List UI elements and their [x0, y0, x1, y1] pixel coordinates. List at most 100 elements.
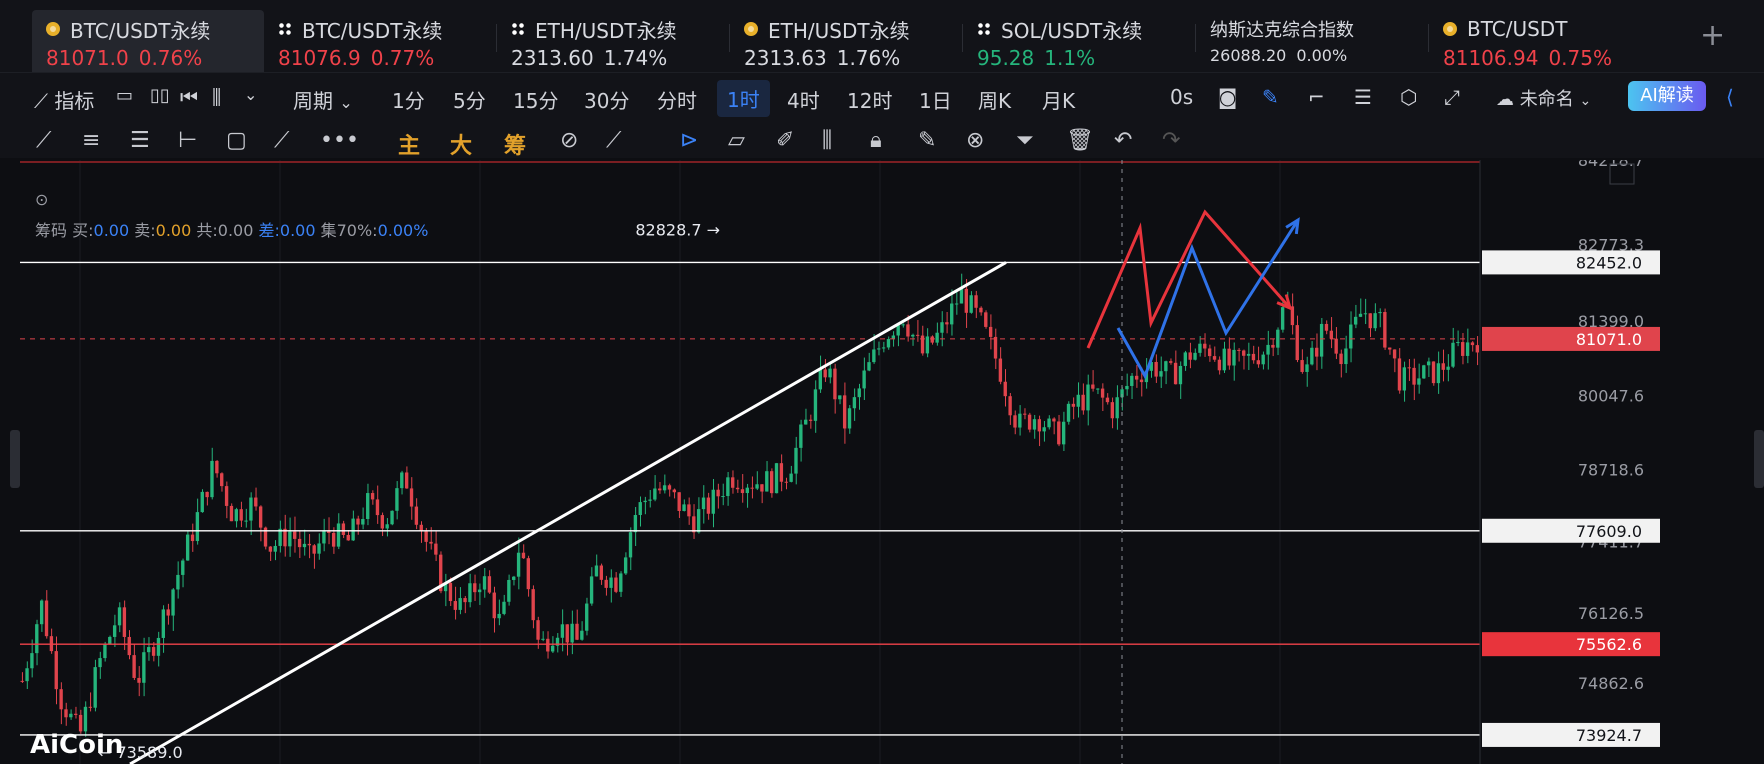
tab-eth-usdt-perp-2[interactable]: ETH/USDT永续 2313.63 1.76%	[730, 10, 962, 72]
camera-icon[interactable]: ◙	[1218, 85, 1237, 109]
candle-body	[1242, 350, 1246, 356]
tab-sol-usdt-perp[interactable]: SOL/USDT永续 95.28 1.1%	[963, 10, 1195, 72]
candle-body	[25, 668, 29, 682]
candle-body	[44, 600, 49, 637]
candle-body	[886, 339, 891, 348]
candle-body	[1407, 367, 1411, 369]
hline-icon[interactable]: ⊢	[178, 128, 197, 153]
list-icon[interactable]: ☰	[1354, 85, 1372, 109]
candle-body	[721, 496, 725, 498]
candle-body	[735, 487, 740, 490]
candle-body	[716, 489, 720, 497]
rectangle-icon[interactable]: ▢	[226, 128, 247, 153]
layout-name-dropdown[interactable]: ☁ 未命名 ⌄	[1496, 85, 1591, 111]
interval-12h[interactable]: 12时	[847, 85, 892, 114]
ray-icon[interactable]: ⟋	[274, 128, 289, 153]
tab-btc-usdt-perp-active[interactable]: BTC/USDT永续 81071.0 0.76%	[32, 10, 264, 72]
lock-icon[interactable]: 🔒︎	[870, 128, 882, 153]
chart-toolbar: ⟋ 指标 ▭ ▯▯ ⏮ ⫼ ⌄ 周期 ⌄ 1分 5分 15分 30分 分时 1时…	[0, 72, 1764, 127]
countdown: 0s	[1170, 85, 1194, 109]
candle-body	[643, 500, 647, 503]
candle-body	[190, 534, 195, 542]
candle-body	[550, 645, 555, 652]
ruler-icon[interactable]: ▱	[728, 128, 745, 153]
candle-body	[1081, 394, 1085, 411]
price-chart[interactable]: 82773.381399.080047.678718.677411.776126…	[20, 160, 1662, 764]
tab-btc-usdt-spot[interactable]: BTC/USDT 81106.94 0.75%	[1429, 10, 1661, 72]
candle-body	[1212, 356, 1217, 360]
aicoin-logo: AiCoin	[30, 730, 123, 760]
candle-body	[200, 491, 204, 513]
parallel-lines-icon[interactable]: ≡	[82, 128, 100, 153]
calendar-icon[interactable]: ▭	[116, 85, 133, 106]
settings-icon[interactable]: ⬡	[1400, 85, 1417, 109]
right-drag-handle[interactable]	[1754, 430, 1764, 488]
candle-body	[468, 583, 472, 603]
redo-icon[interactable]: ↷	[1162, 128, 1180, 153]
collapse-icon[interactable]: ⊙	[35, 190, 428, 209]
interval-1m[interactable]: 1分	[392, 85, 425, 114]
indicator-button[interactable]: ⟋ 指标	[34, 85, 94, 114]
candle-body	[234, 509, 238, 522]
filter-icon[interactable]: ⏷	[1016, 128, 1034, 153]
big-order-button[interactable]: 大	[450, 128, 472, 160]
undo-icon[interactable]: ↶	[1114, 128, 1132, 153]
candle-body	[1013, 415, 1017, 428]
tab-nasdaq[interactable]: 纳斯达克综合指数 26088.20 0.00%	[1196, 10, 1428, 72]
link-icon[interactable]: ⊗	[966, 128, 984, 153]
tab-btc-usdt-perp[interactable]: BTC/USDT永续 81076.9 0.77%	[264, 10, 494, 72]
candle-body	[1426, 361, 1431, 366]
interval-1w[interactable]: 周K	[978, 85, 1011, 114]
chevron-down-icon[interactable]: ⌄	[244, 85, 257, 104]
add-tab-icon[interactable]: +	[1700, 18, 1725, 53]
candle-body	[726, 477, 730, 497]
left-drag-handle[interactable]	[10, 430, 20, 488]
main-indicator-button[interactable]: 主	[398, 128, 420, 160]
candle-body	[249, 497, 253, 521]
interval-1mo[interactable]: 月K	[1042, 85, 1075, 114]
fullscreen-icon[interactable]: ⤢	[1444, 85, 1460, 109]
candle-body	[911, 334, 915, 337]
brand-text: AiCoin	[30, 730, 124, 760]
coin-icon	[46, 22, 60, 36]
brush-icon[interactable]: ✐	[776, 128, 794, 153]
candle-body	[366, 493, 370, 520]
candle-body	[1207, 348, 1212, 357]
ai-interpret-button[interactable]: AI解读	[1628, 81, 1706, 111]
layout-icon[interactable]: ▯▯	[150, 85, 170, 106]
interval-5m[interactable]: 5分	[453, 85, 486, 114]
period-dropdown[interactable]: 周期 ⌄	[293, 85, 353, 114]
candle-body	[1276, 329, 1280, 348]
horizontal-lines-icon[interactable]: ☰	[130, 128, 150, 153]
more-tools-icon[interactable]: •••	[320, 128, 359, 153]
candle-body	[779, 463, 784, 482]
interval-30m[interactable]: 30分	[584, 85, 629, 114]
interval-4h[interactable]: 4时	[787, 85, 820, 114]
interval-1d[interactable]: 1日	[919, 85, 952, 114]
candles-icon[interactable]: ⫼	[822, 128, 832, 153]
candle-body	[429, 541, 433, 544]
eraser-icon[interactable]: ⟋	[606, 128, 621, 153]
candle-body	[1368, 313, 1372, 329]
note-icon[interactable]: ⌐	[1308, 85, 1325, 109]
candle-body	[361, 519, 365, 525]
share-icon[interactable]: ⟨	[1726, 85, 1734, 109]
concentration-label: 集70%:	[320, 221, 378, 240]
cursor-icon[interactable]: ⊳	[680, 128, 698, 153]
replay-icon[interactable]: ⏮	[180, 85, 198, 109]
tab-price: 26088.20	[1210, 46, 1287, 65]
trash-icon[interactable]: 🗑︎	[1066, 128, 1094, 153]
tab-eth-usdt-perp[interactable]: ETH/USDT永续 2313.60 1.74%	[497, 10, 729, 72]
edit-icon[interactable]: ✎	[918, 128, 936, 153]
trendline-tool-icon[interactable]: ⟋	[36, 128, 51, 153]
interval-1h-selected[interactable]: 1时	[717, 80, 770, 117]
interval-timeshare[interactable]: 分时	[657, 85, 697, 114]
chip-distribution-button[interactable]: 筹	[504, 128, 526, 160]
price-tick-label: 74862.6	[1578, 674, 1644, 693]
interval-15m[interactable]: 15分	[513, 85, 558, 114]
candle-style-icon[interactable]: ⫼	[212, 85, 221, 109]
pencil-icon[interactable]: ✎	[1262, 85, 1279, 109]
candle-body	[409, 488, 414, 507]
candle-body	[69, 713, 73, 718]
magnet-icon[interactable]: ⊘	[560, 128, 578, 153]
